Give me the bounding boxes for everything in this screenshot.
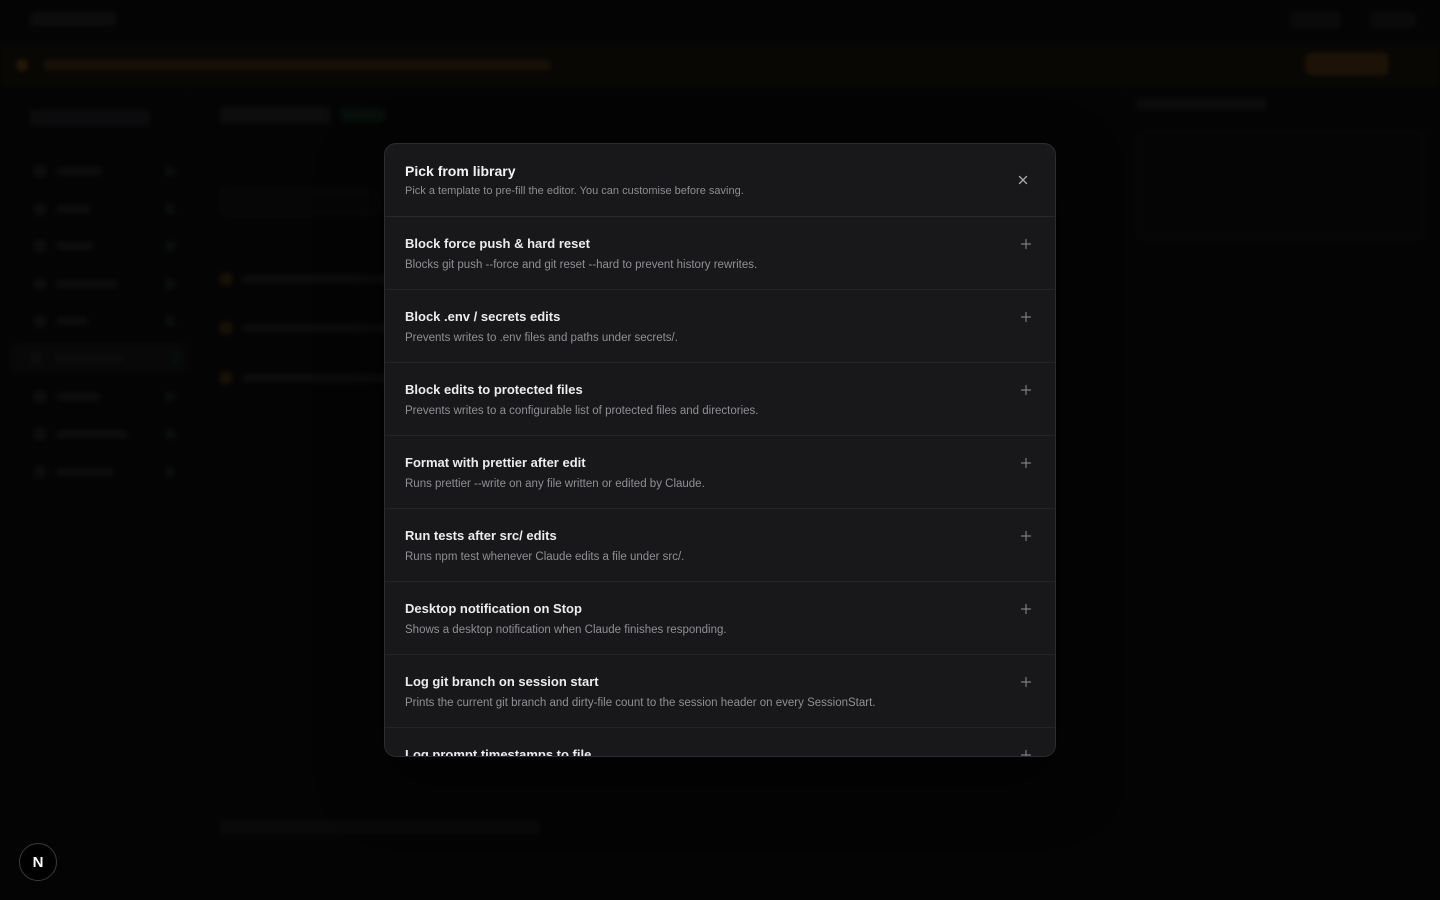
nextjs-dev-badge[interactable]: N xyxy=(19,843,57,881)
template-item-desktop-notification[interactable]: Desktop notification on Stop Shows a des… xyxy=(385,582,1055,655)
plus-icon[interactable] xyxy=(1019,310,1033,324)
modal-subtitle: Pick a template to pre-fill the editor. … xyxy=(405,185,744,197)
template-title: Log git branch on session start xyxy=(405,674,599,689)
template-description: Blocks git push --force and git reset --… xyxy=(405,259,758,271)
template-title: Desktop notification on Stop xyxy=(405,601,582,616)
template-title: Log prompt timestamps to file xyxy=(405,747,592,757)
template-title: Block edits to protected files xyxy=(405,382,583,397)
close-button[interactable] xyxy=(1013,170,1033,190)
template-title: Block force push & hard reset xyxy=(405,236,590,251)
plus-icon[interactable] xyxy=(1019,237,1033,251)
template-item-block-protected-files[interactable]: Block edits to protected files Prevents … xyxy=(385,363,1055,436)
template-description: Runs npm test whenever Claude edits a fi… xyxy=(405,551,685,563)
template-description: Runs prettier --write on any file writte… xyxy=(405,478,705,490)
template-item-format-prettier[interactable]: Format with prettier after edit Runs pre… xyxy=(385,436,1055,509)
nextjs-logo-icon: N xyxy=(32,853,44,871)
modal-header: Pick from library Pick a template to pre… xyxy=(385,144,1055,217)
template-item-log-git-branch[interactable]: Log git branch on session start Prints t… xyxy=(385,655,1055,728)
template-title: Run tests after src/ edits xyxy=(405,528,557,543)
template-item-log-prompt-timestamps[interactable]: Log prompt timestamps to file xyxy=(385,728,1055,757)
template-item-block-env-secrets[interactable]: Block .env / secrets edits Prevents writ… xyxy=(385,290,1055,363)
template-item-block-force-push[interactable]: Block force push & hard reset Blocks git… xyxy=(385,217,1055,290)
template-description: Shows a desktop notification when Claude… xyxy=(405,624,727,636)
close-icon xyxy=(1018,175,1028,185)
template-library-modal: Pick from library Pick a template to pre… xyxy=(384,143,1056,757)
template-list[interactable]: Block force push & hard reset Blocks git… xyxy=(385,217,1055,757)
template-title: Block .env / secrets edits xyxy=(405,309,561,324)
plus-icon[interactable] xyxy=(1019,456,1033,470)
plus-icon[interactable] xyxy=(1019,748,1033,756)
template-item-run-tests[interactable]: Run tests after src/ edits Runs npm test… xyxy=(385,509,1055,582)
template-description: Prevents writes to a configurable list o… xyxy=(405,405,759,417)
template-description: Prints the current git branch and dirty-… xyxy=(405,697,876,709)
plus-icon[interactable] xyxy=(1019,383,1033,397)
plus-icon[interactable] xyxy=(1019,529,1033,543)
plus-icon[interactable] xyxy=(1019,602,1033,616)
plus-icon[interactable] xyxy=(1019,675,1033,689)
modal-title: Pick from library xyxy=(405,163,516,179)
template-title: Format with prettier after edit xyxy=(405,455,586,470)
template-description: Prevents writes to .env files and paths … xyxy=(405,332,678,344)
